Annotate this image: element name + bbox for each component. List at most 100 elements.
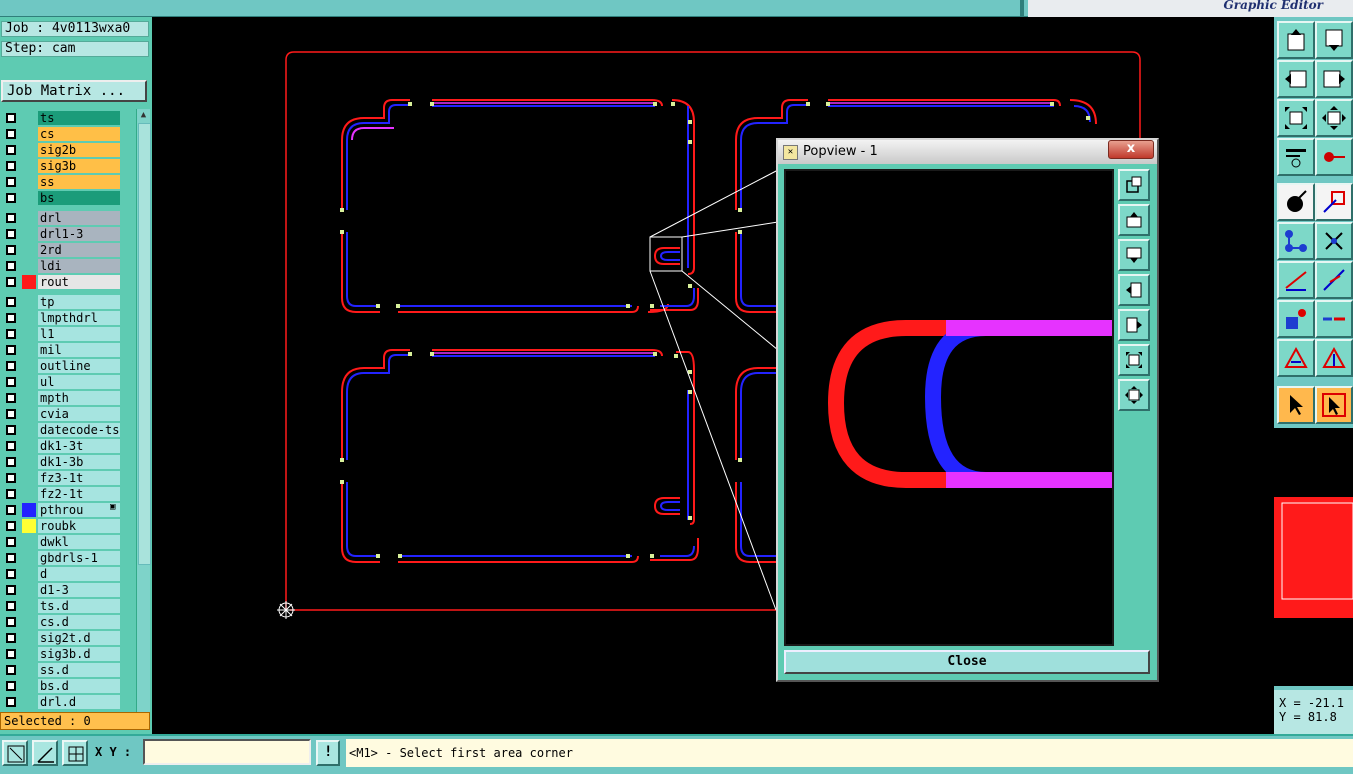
layer-checkbox[interactable]: [6, 313, 16, 323]
angle-snap-button[interactable]: [32, 740, 58, 766]
zoom-out-icon[interactable]: [1315, 99, 1353, 137]
layer-row[interactable]: outline: [2, 358, 122, 374]
layer-row[interactable]: dk1-3b: [2, 454, 122, 470]
layer-row[interactable]: ss.d: [2, 662, 122, 678]
layer-name[interactable]: ss: [38, 175, 120, 189]
triangle-select-icon[interactable]: [1315, 339, 1353, 377]
pan-left-button[interactable]: [1118, 274, 1150, 306]
layer-checkbox[interactable]: [6, 441, 16, 451]
layer-checkbox[interactable]: [6, 521, 16, 531]
layer-name[interactable]: ts: [38, 111, 120, 125]
layer-name[interactable]: cvia: [38, 407, 120, 421]
layer-checkbox[interactable]: [6, 457, 16, 467]
select-pointer-icon[interactable]: [1315, 386, 1353, 424]
layer-row[interactable]: rout: [2, 274, 122, 290]
layer-checkbox[interactable]: [6, 193, 16, 203]
layer-checkbox[interactable]: [6, 113, 16, 123]
layer-checkbox[interactable]: [6, 537, 16, 547]
layer-checkbox[interactable]: [6, 277, 16, 287]
layer-checkbox[interactable]: [6, 425, 16, 435]
layer-checkbox[interactable]: [6, 329, 16, 339]
popview-canvas[interactable]: [784, 169, 1114, 646]
layer-row[interactable]: cs.d: [2, 614, 122, 630]
layer-name[interactable]: ss.d: [38, 663, 120, 677]
layer-name[interactable]: fz3-1t: [38, 471, 120, 485]
layer-row[interactable]: ldi: [2, 258, 122, 274]
layer-checkbox[interactable]: [6, 377, 16, 387]
layer-row[interactable]: drl.d: [2, 694, 122, 710]
layer-row[interactable]: mil: [2, 342, 122, 358]
layer-checkbox[interactable]: [6, 361, 16, 371]
alert-button[interactable]: !: [316, 740, 340, 766]
layer-checkbox[interactable]: [6, 697, 16, 707]
layer-name[interactable]: outline: [38, 359, 120, 373]
layer-row[interactable]: ts.d: [2, 598, 122, 614]
zoom-in-button[interactable]: [1118, 344, 1150, 376]
scroll-thumb[interactable]: [138, 123, 151, 565]
layer-name[interactable]: gbdrls-1: [38, 551, 120, 565]
zoom-window-button[interactable]: [2, 740, 28, 766]
layer-checkbox[interactable]: [6, 345, 16, 355]
layer-name[interactable]: 2rd: [38, 243, 120, 257]
connect-icon[interactable]: [1277, 222, 1315, 260]
snap-down-button[interactable]: [1315, 21, 1353, 59]
layer-row[interactable]: lmpthdrl: [2, 310, 122, 326]
layer-name[interactable]: pthrou: [38, 503, 120, 517]
layer-row[interactable]: roubk: [2, 518, 122, 534]
line-down-icon[interactable]: [1315, 261, 1353, 299]
layer-name[interactable]: l1: [38, 327, 120, 341]
layer-checkbox[interactable]: [6, 229, 16, 239]
layer-name[interactable]: sig3b.d: [38, 647, 120, 661]
layer-row[interactable]: sig2b: [2, 142, 122, 158]
layer-row[interactable]: sig2t.d: [2, 630, 122, 646]
layer-row[interactable]: fz3-1t: [2, 470, 122, 486]
layer-checkbox[interactable]: [6, 505, 16, 515]
layer-name[interactable]: ul: [38, 375, 120, 389]
pointer-icon[interactable]: [1277, 386, 1315, 424]
layer-name[interactable]: dwkl: [38, 535, 120, 549]
settings-icon[interactable]: [1277, 138, 1315, 176]
layer-name[interactable]: rout: [38, 275, 120, 289]
layer-row[interactable]: sig3b: [2, 158, 122, 174]
layer-checkbox[interactable]: [6, 553, 16, 563]
layer-row[interactable]: dwkl: [2, 534, 122, 550]
layer-checkbox[interactable]: [6, 161, 16, 171]
measure-icon[interactable]: [1315, 138, 1353, 176]
delete-icon[interactable]: [1315, 222, 1353, 260]
layer-name[interactable]: cs: [38, 127, 120, 141]
zoom-fit-button[interactable]: [1118, 169, 1150, 201]
layer-row[interactable]: mpth: [2, 390, 122, 406]
layer-row[interactable]: cvia: [2, 406, 122, 422]
layer-name[interactable]: d: [38, 567, 120, 581]
layer-row[interactable]: ss: [2, 174, 122, 190]
transform-icon[interactable]: [1315, 183, 1353, 221]
layer-checkbox[interactable]: [6, 297, 16, 307]
layer-row[interactable]: bs.d: [2, 678, 122, 694]
layer-name[interactable]: roubk: [38, 519, 120, 533]
layer-row[interactable]: drl: [2, 210, 122, 226]
layer-name[interactable]: bs.d: [38, 679, 120, 693]
snap-left-button[interactable]: [1277, 60, 1315, 98]
layer-row[interactable]: d: [2, 566, 122, 582]
popview-titlebar[interactable]: ✕ Popview - 1 x: [778, 140, 1157, 164]
layer-checkbox[interactable]: [6, 585, 16, 595]
layer-name[interactable]: sig2t.d: [38, 631, 120, 645]
layer-checkbox[interactable]: [6, 665, 16, 675]
layer-checkbox[interactable]: [6, 261, 16, 271]
scroll-up-icon[interactable]: ▲: [137, 109, 150, 121]
layer-name[interactable]: datecode-ts: [38, 423, 120, 437]
layer-name[interactable]: mil: [38, 343, 120, 357]
pan-down-button[interactable]: [1118, 239, 1150, 271]
snap-right-button[interactable]: [1315, 60, 1353, 98]
layer-checkbox[interactable]: [6, 129, 16, 139]
layer-checkbox[interactable]: [6, 409, 16, 419]
layer-checkbox[interactable]: [6, 145, 16, 155]
layer-checkbox[interactable]: [6, 649, 16, 659]
layer-checkbox[interactable]: [6, 473, 16, 483]
layer-checkbox[interactable]: [6, 245, 16, 255]
layer-name[interactable]: sig3b: [38, 159, 120, 173]
layer-row[interactable]: bs: [2, 190, 122, 206]
add-feature-icon[interactable]: [1277, 183, 1315, 221]
close-icon[interactable]: x: [1108, 140, 1154, 159]
layer-name[interactable]: tp: [38, 295, 120, 309]
